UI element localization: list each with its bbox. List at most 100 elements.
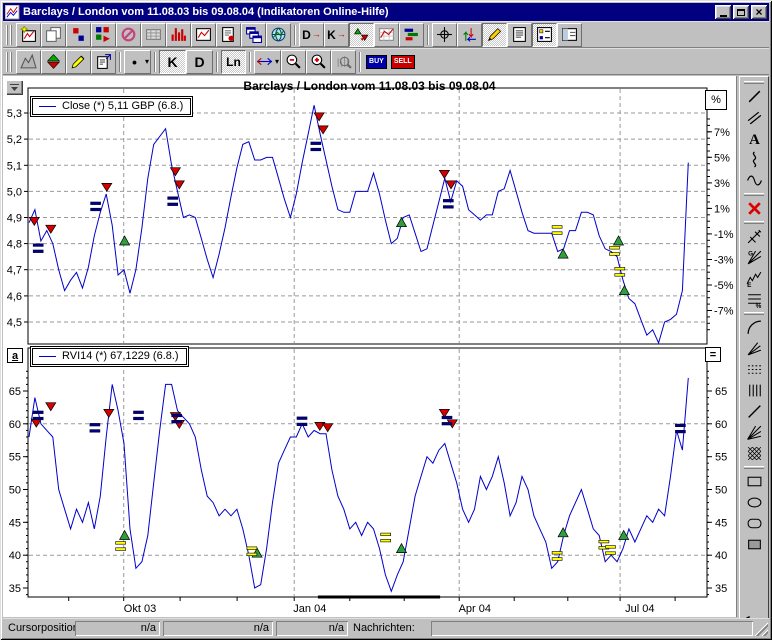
updown-signals-icon[interactable] [41,50,66,74]
report-icon[interactable] [216,23,241,47]
ray-tool[interactable] [741,401,767,422]
copy-chart-icon[interactable] [41,23,66,47]
layout-icon[interactable] [557,23,582,47]
svg-text:5%: 5% [714,152,730,164]
rectangle-tool[interactable] [741,471,767,492]
zoom-in-icon [310,53,327,70]
cursor-field-1: n/a [75,621,160,636]
data-table-icon[interactable] [141,23,166,47]
elliott-tool[interactable]: E [741,268,767,289]
trend-line-tool[interactable] [741,86,767,107]
parallel-lines-tool[interactable] [741,107,767,128]
data-transfer-icon[interactable] [91,23,116,47]
svg-text:A: A [749,132,760,147]
toolbar-separator [427,25,429,45]
cascade-windows-icon[interactable] [241,23,266,47]
buy-button[interactable]: BUY [366,55,387,69]
fan-lines-tool [746,340,763,357]
gantt-icon[interactable] [399,23,424,47]
svg-text:Apr 04: Apr 04 [459,603,491,615]
app-icon [5,5,20,20]
indicator-panel-a-button[interactable]: a [7,348,23,363]
move-arrows-icon [461,26,478,43]
zoom-range-icon[interactable] [331,50,356,74]
web-chart-icon[interactable] [266,23,291,47]
crosshair-icon [436,26,453,43]
zoom-out-icon[interactable] [281,50,306,74]
ellipse-tool[interactable] [741,492,767,513]
line-chart-icon[interactable] [191,23,216,47]
vertical-lines-tool[interactable] [741,380,767,401]
toolbar-separator [249,52,251,72]
candlestick-button-label: K [167,55,177,69]
minimize-button[interactable] [715,5,731,19]
gann-tool[interactable]: G [741,247,767,268]
resize-grip[interactable] [754,622,768,636]
dotted-lines-tool[interactable] [741,359,767,380]
fan-lines-tool[interactable] [741,338,767,359]
minimize-icon [720,15,727,17]
freehand-tool[interactable] [741,149,767,170]
pitchfork-tool[interactable] [741,226,767,247]
price-legend-text: Close (*) 5,11 GBP (6.8.) [62,100,183,112]
maximize-button[interactable] [733,5,749,19]
chart-region: Barclays / London vom 11.08.03 bis 09.08… [3,76,737,617]
price-legend[interactable]: Close (*) 5,11 GBP (6.8.) [30,96,193,117]
updown-signals-icon [45,53,62,70]
line-style-button [126,53,143,70]
toolbar-chart: ▾ KD Ln ▾ BUY SELL [3,48,769,75]
histogram-icon[interactable] [166,23,191,47]
text-tool[interactable]: A [741,128,767,149]
crosshair-icon[interactable] [432,23,457,47]
move-arrows-icon[interactable] [457,23,482,47]
delete-drawing-tool [746,200,763,217]
indicator-panel-menu-button[interactable]: = [705,347,721,362]
rounded-rect-tool[interactable] [741,513,767,534]
percent-scale-button[interactable]: % [705,90,727,110]
horizontal-zoom-icon[interactable]: ▾ [254,50,281,74]
chart-grid-icon[interactable] [374,23,399,47]
wave-tool[interactable] [741,170,767,191]
sell-button[interactable]: SELL [391,55,415,69]
chart-wizard-icon[interactable] [16,23,41,47]
daily-button[interactable]: D→ [299,23,324,47]
hatch-tool[interactable] [741,443,767,464]
buy-button-label: BUY [369,58,384,65]
notes-icon[interactable] [507,23,532,47]
speed-lines-tool[interactable] [741,422,767,443]
mountain-chart-icon[interactable] [16,50,41,74]
signals-icon[interactable] [349,23,374,47]
indicator-legend[interactable]: RVI14 (*) 67,1229 (6.8.) [30,346,189,367]
filled-rect-tool[interactable] [741,534,767,555]
drawing-off-icon [120,26,137,43]
fibonacci-tool[interactable]: % [741,289,767,310]
bar-type-button[interactable]: D [186,50,213,74]
candlestick-button[interactable]: K [159,50,186,74]
properties-icon[interactable] [91,50,116,74]
log-scale-button[interactable]: Ln [221,50,246,74]
hatch-tool [746,445,763,462]
histogram-icon [170,26,187,43]
log-scale-button-label: Ln [226,56,241,68]
watchlist-icon[interactable] [532,23,557,47]
close-button[interactable]: × [751,5,767,19]
drawing-off-icon[interactable] [116,23,141,47]
data-points-icon[interactable] [66,23,91,47]
close-icon: × [755,6,762,18]
zoom-in-icon[interactable] [306,50,331,74]
draw-pen-icon[interactable] [482,23,507,47]
cursor-field-2: n/a [163,621,273,636]
weekly-button[interactable]: K→ [324,23,349,47]
highlighter-icon[interactable] [66,50,91,74]
line-style-button[interactable]: ▾ [124,50,151,74]
cursor-position-label: Cursorposition: [8,622,82,634]
arc-tool[interactable] [741,317,767,338]
trend-line-tool [746,88,763,105]
title-bar: Barclays / London vom 11.08.03 bis 09.08… [3,3,769,21]
svg-text:5,2: 5,2 [7,134,22,146]
delete-drawing-tool[interactable] [741,198,767,219]
svg-text:4,5: 4,5 [7,317,22,329]
svg-text:50: 50 [715,485,727,497]
collapse-panel-button[interactable] [6,80,23,95]
copy-chart-icon [45,26,62,43]
